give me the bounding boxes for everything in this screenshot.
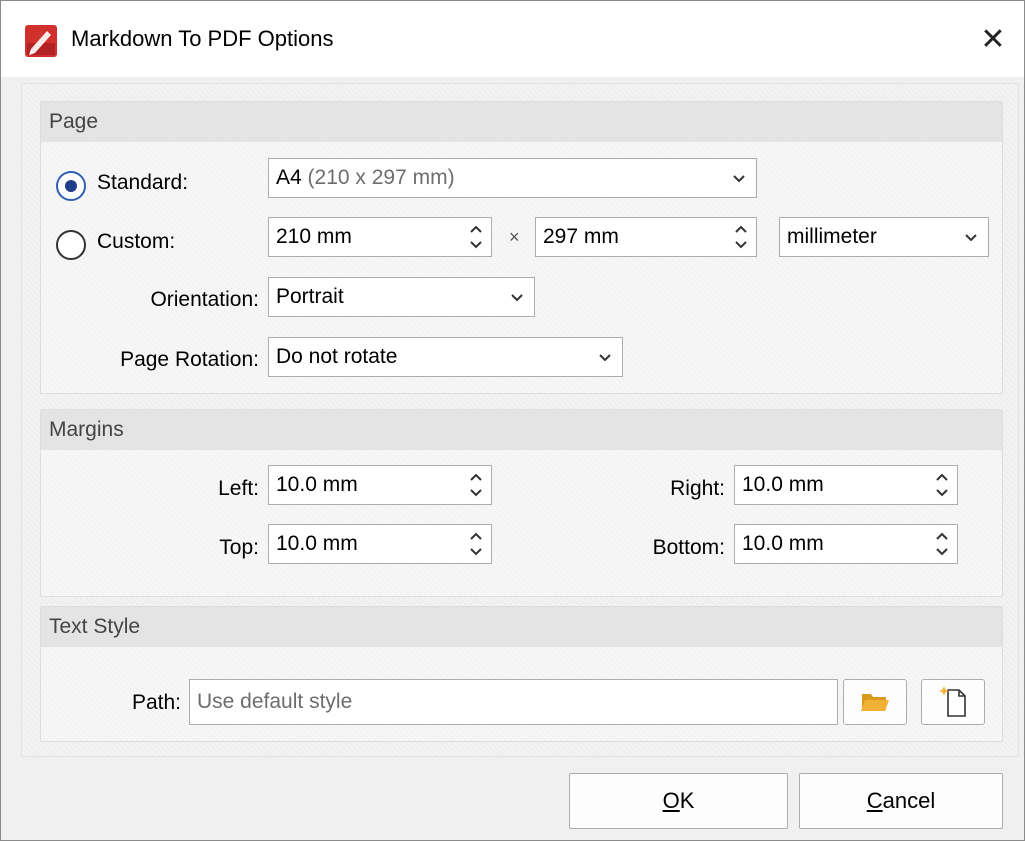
spin-arrows-icon[interactable] bbox=[469, 529, 483, 559]
style-path-input[interactable]: Use default style bbox=[189, 679, 838, 725]
left-margin-stepper[interactable]: 10.0 mm bbox=[268, 465, 492, 505]
times-symbol: × bbox=[509, 227, 520, 247]
text-style-group-header: Text Style bbox=[41, 607, 1002, 647]
cancel-label-rest: ancel bbox=[882, 788, 936, 813]
page-rotation-select[interactable]: Do not rotate bbox=[268, 337, 623, 377]
left-margin-label: Left: bbox=[218, 477, 259, 500]
unit-value: millimeter bbox=[787, 225, 877, 248]
orientation-select[interactable]: Portrait bbox=[268, 277, 535, 317]
new-file-icon bbox=[939, 686, 966, 717]
chevron-down-icon bbox=[733, 175, 745, 183]
ok-button[interactable]: OK bbox=[569, 773, 788, 829]
standard-size-value: A4 bbox=[276, 166, 302, 189]
top-margin-value: 10.0 mm bbox=[276, 532, 358, 555]
spin-arrows-icon[interactable] bbox=[935, 529, 949, 559]
page-rotation-value: Do not rotate bbox=[276, 345, 398, 368]
custom-width-stepper[interactable]: 210 mm bbox=[268, 217, 492, 257]
folder-icon bbox=[861, 694, 889, 711]
close-icon[interactable]: ✕ bbox=[970, 15, 1016, 63]
title-bar: Markdown To PDF Options ✕ bbox=[1, 1, 1024, 77]
new-style-button[interactable] bbox=[921, 679, 985, 725]
radio-selected-dot bbox=[65, 180, 77, 192]
custom-width-value: 210 mm bbox=[276, 225, 352, 248]
margins-group-header: Margins bbox=[41, 410, 1002, 450]
page-group-header: Page bbox=[41, 102, 1002, 142]
standard-radio[interactable] bbox=[56, 171, 86, 201]
top-margin-label: Top: bbox=[219, 536, 259, 559]
right-margin-value: 10.0 mm bbox=[742, 473, 824, 496]
standard-size-select[interactable]: A4 (210 x 297 mm) bbox=[268, 158, 757, 198]
bottom-margin-stepper[interactable]: 10.0 mm bbox=[734, 524, 958, 564]
cancel-mnemonic: C bbox=[866, 788, 883, 813]
path-label: Path: bbox=[131, 691, 181, 714]
unit-select[interactable]: millimeter bbox=[779, 217, 989, 257]
standard-size-dimensions: (210 x 297 mm) bbox=[301, 166, 455, 189]
spin-arrows-icon[interactable] bbox=[469, 470, 483, 500]
dialog-title: Markdown To PDF Options bbox=[71, 26, 334, 51]
page-group: Page Standard: A4 (210 x 297 mm) Custom:… bbox=[40, 101, 1003, 394]
orientation-value: Portrait bbox=[276, 285, 344, 308]
custom-label: Custom: bbox=[97, 230, 176, 253]
right-margin-stepper[interactable]: 10.0 mm bbox=[734, 465, 958, 505]
top-margin-stepper[interactable]: 10.0 mm bbox=[268, 524, 492, 564]
custom-height-value: 297 mm bbox=[543, 225, 619, 248]
margins-group: Margins Left: 10.0 mm Right: 10.0 mm Top… bbox=[40, 409, 1003, 597]
right-margin-label: Right: bbox=[670, 477, 725, 500]
spin-arrows-icon[interactable] bbox=[734, 222, 748, 252]
cancel-button[interactable]: Cancel bbox=[799, 773, 1003, 829]
bottom-margin-value: 10.0 mm bbox=[742, 532, 824, 555]
bottom-margin-label: Bottom: bbox=[652, 536, 725, 559]
spin-arrows-icon[interactable] bbox=[935, 470, 949, 500]
spin-arrows-icon[interactable] bbox=[469, 222, 483, 252]
custom-radio[interactable] bbox=[56, 230, 86, 260]
chevron-down-icon bbox=[599, 354, 611, 362]
dialog-content: Page Standard: A4 (210 x 297 mm) Custom:… bbox=[21, 83, 1019, 757]
browse-folder-button[interactable] bbox=[843, 679, 907, 725]
ok-mnemonic: O bbox=[662, 788, 680, 813]
orientation-label: Orientation: bbox=[150, 288, 259, 311]
text-style-group: Text Style Path: Use default style bbox=[40, 606, 1003, 742]
page-rotation-label: Page Rotation: bbox=[120, 348, 259, 371]
standard-label: Standard: bbox=[97, 171, 189, 194]
left-margin-value: 10.0 mm bbox=[276, 473, 358, 496]
ok-label-rest: K bbox=[679, 788, 695, 813]
chevron-down-icon bbox=[511, 294, 523, 302]
markdown-to-pdf-dialog: Markdown To PDF Options ✕ Page Standard:… bbox=[0, 0, 1025, 841]
custom-height-stepper[interactable]: 297 mm bbox=[535, 217, 757, 257]
style-path-placeholder: Use default style bbox=[197, 690, 353, 713]
chevron-down-icon bbox=[965, 234, 977, 242]
app-logo-icon bbox=[25, 25, 57, 57]
